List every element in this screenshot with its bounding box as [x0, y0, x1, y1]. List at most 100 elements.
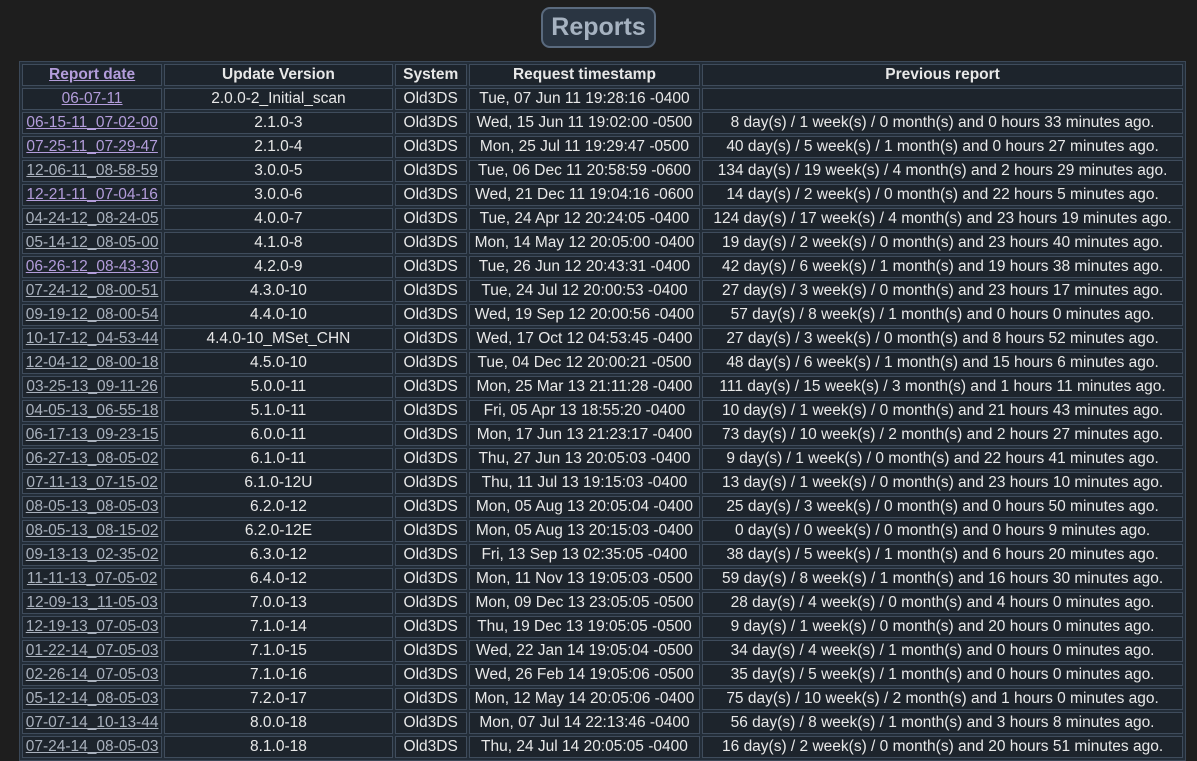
update-version-cell: 6.1.0-11: [164, 448, 393, 470]
report-date-cell: 08-05-13_08-15-02: [22, 520, 163, 542]
report-date-link[interactable]: 12-19-13_07-05-03: [26, 618, 159, 635]
previous-report-cell: 57 day(s) / 8 week(s) / 1 month(s) and 0…: [702, 304, 1183, 326]
report-date-cell: 12-06-11_08-58-59: [22, 160, 163, 182]
request-timestamp-cell: Thu, 27 Jun 13 20:05:03 -0400: [468, 448, 701, 470]
request-timestamp-cell: Fri, 05 Apr 13 18:55:20 -0400: [468, 400, 701, 422]
update-version-cell: 8.0.0-18: [164, 712, 393, 734]
system-cell: Old3DS: [394, 112, 467, 134]
report-date-cell: 09-19-12_08-00-54: [22, 304, 163, 326]
report-date-link[interactable]: 12-06-11_08-58-59: [26, 162, 158, 179]
report-date-cell: 12-04-12_08-00-18: [22, 352, 163, 374]
report-date-link[interactable]: 05-14-12_08-05-00: [26, 234, 159, 251]
request-timestamp-cell: Wed, 15 Jun 11 19:02:00 -0500: [468, 112, 701, 134]
previous-report-cell: 9 day(s) / 1 week(s) / 0 month(s) and 22…: [702, 448, 1183, 470]
update-version-cell: 7.1.0-14: [164, 616, 393, 638]
request-timestamp-cell: Mon, 17 Jun 13 21:23:17 -0400: [468, 424, 701, 446]
report-date-link[interactable]: 01-22-14_07-05-03: [26, 642, 159, 659]
reports-table: Report date Update Version System Reques…: [19, 61, 1186, 761]
table-row: 07-25-11_07-29-47 2.1.0-4 Old3DS Mon, 25 Ju…: [22, 136, 1183, 158]
previous-report-cell: 48 day(s) / 6 week(s) / 1 month(s) and 1…: [702, 352, 1183, 374]
report-date-cell: 06-15-11_07-02-00: [22, 112, 163, 134]
table-row: 12-04-12_08-00-18 4.5.0-10 Old3DS Tue, 04 D…: [22, 352, 1183, 374]
report-date-link[interactable]: 07-24-14_08-05-03: [26, 738, 159, 755]
table-row: 07-24-12_08-00-51 4.3.0-10 Old3DS Tue, 24 J…: [22, 280, 1183, 302]
column-header-update-version: Update Version: [164, 64, 393, 86]
update-version-cell: 6.3.0-12: [164, 544, 393, 566]
table-row: 12-09-13_11-05-03 7.0.0-13 Old3DS Mon, 09 D…: [22, 592, 1183, 614]
table-row: 06-27-13_08-05-02 6.1.0-11 Old3DS Thu, 27 J…: [22, 448, 1183, 470]
report-date-cell: 08-05-13_08-05-03: [22, 496, 163, 518]
previous-report-cell: 134 day(s) / 19 week(s) / 4 month(s) and…: [702, 160, 1183, 182]
update-version-cell: 4.3.0-10: [164, 280, 393, 302]
report-date-link[interactable]: 07-25-11_07-29-47: [26, 138, 158, 155]
report-date-link[interactable]: 05-12-14_08-05-03: [26, 690, 159, 707]
report-date-cell: 10-17-12_04-53-44: [22, 328, 163, 350]
previous-report-cell: 8 day(s) / 1 week(s) / 0 month(s) and 0 …: [702, 112, 1183, 134]
update-version-cell: 7.1.0-15: [164, 640, 393, 662]
report-date-link[interactable]: 06-17-13_09-23-15: [26, 426, 159, 443]
report-date-link[interactable]: 06-07-11: [62, 90, 123, 107]
request-timestamp-cell: Mon, 25 Mar 13 21:11:28 -0400: [468, 376, 701, 398]
table-row: 04-05-13_06-55-18 5.1.0-11 Old3DS Fri, 05 A…: [22, 400, 1183, 422]
report-date-link[interactable]: 07-07-14_10-13-44: [26, 714, 159, 731]
system-cell: Old3DS: [394, 328, 467, 350]
previous-report-cell: 56 day(s) / 8 week(s) / 1 month(s) and 3…: [702, 712, 1183, 734]
system-cell: Old3DS: [394, 184, 467, 206]
request-timestamp-cell: Thu, 24 Jul 14 20:05:05 -0400: [468, 736, 701, 758]
report-date-link[interactable]: 08-05-13_08-15-02: [26, 522, 159, 539]
report-date-link[interactable]: 07-11-13_07-15-02: [26, 474, 158, 491]
report-date-link[interactable]: 02-26-14_07-05-03: [26, 666, 159, 683]
table-row: 11-11-13_07-05-02 6.4.0-12 Old3DS Mon, 11 N…: [22, 568, 1183, 590]
table-row: 08-05-13_08-05-03 6.2.0-12 Old3DS Mon, 05 A…: [22, 496, 1183, 518]
report-date-link[interactable]: 08-05-13_08-05-03: [26, 498, 159, 515]
report-date-link[interactable]: 04-24-12_08-24-05: [26, 210, 159, 227]
report-date-link[interactable]: 12-04-12_08-00-18: [26, 354, 159, 371]
report-date-link[interactable]: 06-27-13_08-05-02: [26, 450, 159, 467]
system-cell: Old3DS: [394, 448, 467, 470]
report-date-cell: 05-14-12_08-05-00: [22, 232, 163, 254]
request-timestamp-cell: Wed, 21 Dec 11 19:04:16 -0600: [468, 184, 701, 206]
update-version-cell: 3.0.0-5: [164, 160, 393, 182]
request-timestamp-cell: Tue, 26 Jun 12 20:43:31 -0400: [468, 256, 701, 278]
request-timestamp-cell: Wed, 17 Oct 12 04:53:45 -0400: [468, 328, 701, 350]
request-timestamp-cell: Mon, 11 Nov 13 19:05:03 -0500: [468, 568, 701, 590]
table-row: 07-11-13_07-15-02 6.1.0-12U Old3DS Thu, 11 …: [22, 472, 1183, 494]
report-date-link[interactable]: 09-13-13_02-35-02: [26, 546, 159, 563]
table-row: 06-17-13_09-23-15 6.0.0-11 Old3DS Mon, 17 J…: [22, 424, 1183, 446]
request-timestamp-cell: Mon, 05 Aug 13 20:05:04 -0400: [468, 496, 701, 518]
report-date-cell: 09-13-13_02-35-02: [22, 544, 163, 566]
page-title: Reports: [541, 7, 656, 48]
report-date-cell: 03-25-13_09-11-26: [22, 376, 163, 398]
update-version-cell: 3.0.0-6: [164, 184, 393, 206]
previous-report-cell: 34 day(s) / 4 week(s) / 1 month(s) and 0…: [702, 640, 1183, 662]
report-date-link[interactable]: 12-09-13_11-05-03: [26, 594, 158, 611]
report-date-link[interactable]: 12-21-11_07-04-16: [26, 186, 158, 203]
request-timestamp-cell: Mon, 12 May 14 20:05:06 -0400: [468, 688, 701, 710]
request-timestamp-cell: Wed, 26 Feb 14 19:05:06 -0500: [468, 664, 701, 686]
system-cell: Old3DS: [394, 640, 467, 662]
report-date-link[interactable]: 09-19-12_08-00-54: [26, 306, 159, 323]
previous-report-cell: 25 day(s) / 3 week(s) / 0 month(s) and 0…: [702, 496, 1183, 518]
previous-report-cell: 28 day(s) / 4 week(s) / 0 month(s) and 4…: [702, 592, 1183, 614]
update-version-cell: 4.2.0-9: [164, 256, 393, 278]
system-cell: Old3DS: [394, 544, 467, 566]
report-date-link[interactable]: 11-11-13_07-05-02: [27, 570, 157, 587]
update-version-cell: 6.4.0-12: [164, 568, 393, 590]
previous-report-cell: 16 day(s) / 2 week(s) / 0 month(s) and 2…: [702, 736, 1183, 758]
table-row: 06-07-11 2.0.0-2_Initial_scan Old3DS Tue, 0…: [22, 88, 1183, 110]
report-date-link[interactable]: 10-17-12_04-53-44: [26, 330, 159, 347]
report-date-link[interactable]: 04-05-13_06-55-18: [26, 402, 159, 419]
table-row: 07-07-14_10-13-44 8.0.0-18 Old3DS Mon, 07 J…: [22, 712, 1183, 734]
request-timestamp-cell: Mon, 14 May 12 20:05:00 -0400: [468, 232, 701, 254]
request-timestamp-cell: Fri, 13 Sep 13 02:35:05 -0400: [468, 544, 701, 566]
report-date-cell: 07-24-12_08-00-51: [22, 280, 163, 302]
system-cell: Old3DS: [394, 352, 467, 374]
report-date-link[interactable]: 07-24-12_08-00-51: [26, 282, 159, 299]
table-row: 09-13-13_02-35-02 6.3.0-12 Old3DS Fri, 13 S…: [22, 544, 1183, 566]
column-header-report-date[interactable]: Report date: [22, 64, 163, 86]
report-date-sort-link[interactable]: Report date: [49, 66, 135, 83]
report-date-link[interactable]: 03-25-13_09-11-26: [26, 378, 158, 395]
report-date-link[interactable]: 06-15-11_07-02-00: [26, 114, 158, 131]
report-date-link[interactable]: 06-26-12_08-43-30: [26, 258, 159, 275]
update-version-cell: 2.1.0-3: [164, 112, 393, 134]
